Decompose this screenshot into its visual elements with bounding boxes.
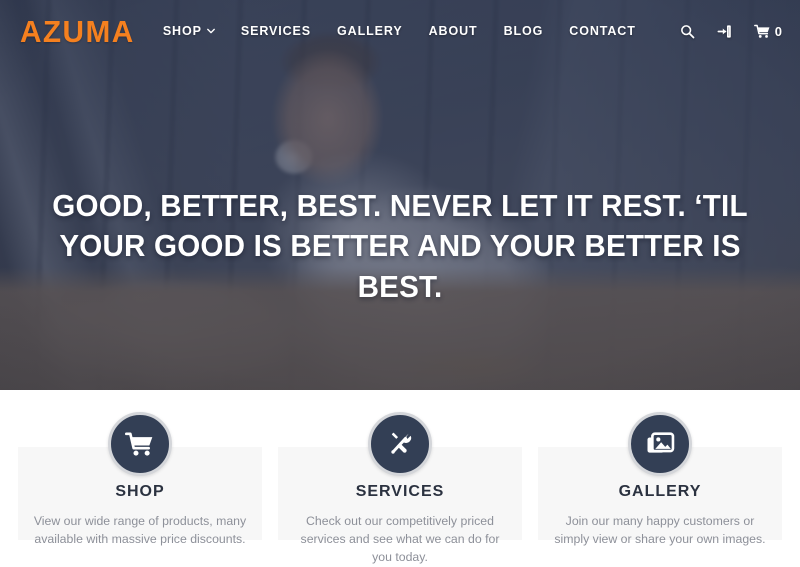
feature-card-services[interactable]: Services Check out our competitively pri… (278, 412, 522, 564)
feature-icon-circle-services (368, 412, 432, 476)
nav-icon-group: 0 (680, 24, 782, 39)
sign-in-button[interactable] (717, 24, 732, 39)
image-gallery-icon (647, 432, 674, 453)
feature-title-services: Services (355, 483, 445, 500)
shopping-cart-icon (753, 24, 770, 38)
hero-copy: Good, better, best. Never let it rest. ‘… (0, 186, 800, 307)
tools-icon (390, 432, 411, 454)
nav-item-contact-label: CONTACT (569, 24, 636, 38)
nav-links: SHOP SERVICES GALLERY ABOUT BLOG CONTACT (163, 24, 636, 38)
feature-description-shop: View our wide range of products, many av… (33, 514, 247, 547)
feature-title-shop: Shop (115, 483, 165, 500)
nav-item-contact[interactable]: CONTACT (569, 24, 635, 38)
nav-item-gallery[interactable]: GALLERY (337, 24, 403, 38)
feature-icon-circle-gallery (628, 412, 692, 476)
feature-description-services: Check out our competitively priced servi… (300, 514, 500, 565)
chevron-down-icon (206, 28, 215, 34)
cart-button[interactable]: 0 (753, 23, 782, 39)
feature-title-gallery: Gallery (618, 483, 702, 500)
sign-in-icon (717, 24, 731, 38)
feature-icon-circle-shop (108, 412, 172, 476)
hero-banner: AZUMA SHOP SERVICES GALLERY ABOUT BLOG C… (0, 0, 800, 390)
nav-item-services[interactable]: SERVICES (241, 24, 311, 38)
nav-item-blog-label: BLOG (503, 24, 544, 38)
nav-item-shop-label: SHOP (162, 24, 202, 38)
cart-count-badge: 0 (774, 23, 782, 39)
nav-item-about[interactable]: ABOUT (429, 24, 478, 38)
nav-item-blog[interactable]: BLOG (504, 24, 544, 38)
nav-item-shop[interactable]: SHOP (163, 24, 215, 38)
search-button[interactable] (680, 24, 695, 39)
search-icon (680, 24, 695, 38)
nav-item-gallery-label: GALLERY (337, 24, 403, 38)
feature-card-shop[interactable]: Shop View our wide range of products, ma… (18, 412, 262, 546)
feature-description-gallery: Join our many happy customers or simply … (554, 514, 766, 547)
nav-item-services-label: SERVICES (240, 24, 312, 38)
navbar: AZUMA SHOP SERVICES GALLERY ABOUT BLOG C… (0, 0, 800, 62)
nav-item-about-label: ABOUT (428, 24, 478, 38)
feature-cards-section: Shop View our wide range of products, ma… (0, 390, 800, 564)
shopping-cart-icon (125, 432, 153, 456)
hero-headline: Good, better, best. Never let it rest. ‘… (52, 189, 748, 304)
site-logo[interactable]: AZUMA (20, 16, 135, 47)
feature-card-gallery[interactable]: Gallery Join our many happy customers or… (538, 412, 782, 546)
